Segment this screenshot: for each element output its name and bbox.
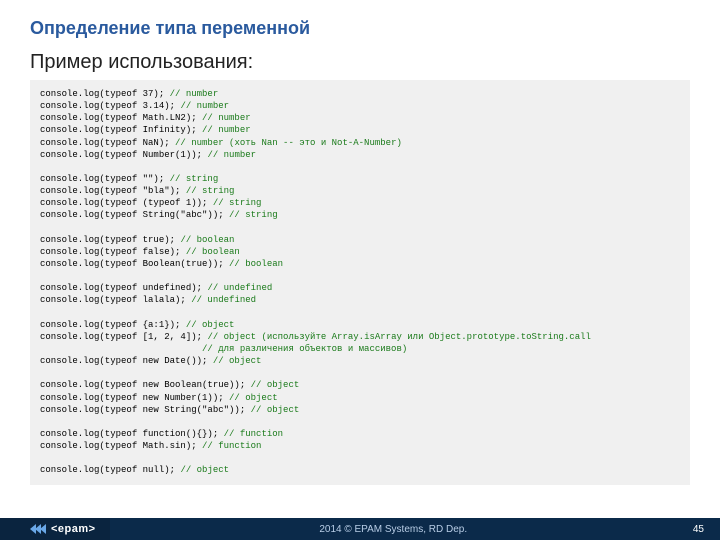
slide-subtitle: Пример использования: (30, 51, 690, 74)
page-number: 45 (677, 524, 720, 535)
footer-text: 2014 © EPAM Systems, RD Dep. (110, 524, 677, 535)
footer-bar: <epam> 2014 © EPAM Systems, RD Dep. 45 (0, 518, 720, 540)
code-block: console.log(typeof 37); // number consol… (30, 80, 690, 485)
slide-title: Определение типа переменной (30, 18, 690, 39)
footer-logo: <epam> (0, 518, 110, 540)
chevron-icon (30, 524, 45, 534)
logo-text: <epam> (51, 523, 96, 535)
